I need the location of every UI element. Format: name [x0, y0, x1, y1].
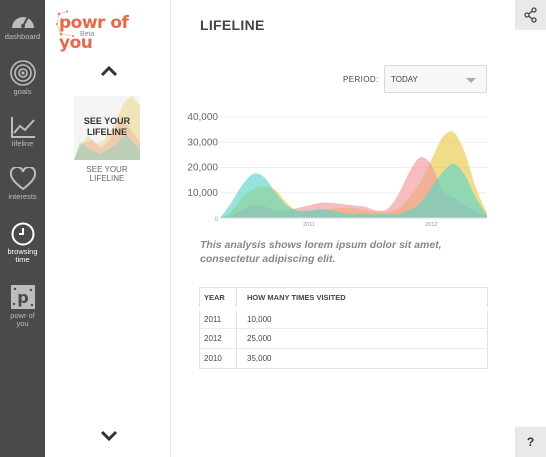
column-header: HOW MANY TIMES VISITED	[236, 287, 488, 309]
app-window: dashboard goals lifeline interests brows…	[0, 0, 546, 457]
secondary-panel: powr of you Beta SEE YOUR LIFELINE SEE Y…	[45, 0, 171, 457]
powr-logo-icon: p	[10, 285, 35, 309]
chevron-down-icon[interactable]	[100, 430, 118, 442]
nav-item-browsing-time[interactable]: browsing time	[0, 222, 45, 264]
page-title: LIFELINE	[200, 17, 265, 33]
analysis-text: This analysis shows lorem ipsum dolor si…	[200, 239, 442, 265]
gauge-icon	[11, 16, 34, 28]
table-cell: 2012	[199, 328, 237, 349]
line-chart-icon	[10, 117, 35, 138]
nav-item-label: interests	[8, 192, 37, 201]
table-cell: 25,000	[236, 328, 488, 349]
heart-icon	[9, 167, 36, 191]
lifeline-area-chart: 0 10,000 20,000 30,000 40,000 2011 2012	[187, 112, 487, 228]
nav-item-label: browsing time	[7, 247, 38, 264]
table-row: 2011 10,000	[199, 306, 488, 329]
svg-text:p: p	[17, 288, 28, 307]
y-tick-label: 10,000	[187, 188, 218, 199]
x-tick-label: 2012	[425, 222, 437, 228]
nav-item-goals[interactable]: goals	[0, 60, 45, 96]
chevron-down-icon	[466, 78, 476, 83]
help-button[interactable]: ?	[515, 427, 546, 457]
card-thumb-title: SEE YOUR LIFELINE	[83, 116, 131, 137]
table-row: 2010 35,000	[199, 348, 488, 369]
lifeline-card-thumbnail[interactable]: SEE YOUR LIFELINE	[74, 96, 140, 160]
table-cell: 10,000	[236, 306, 488, 329]
share-icon	[524, 7, 537, 23]
beta-badge: Beta	[80, 31, 95, 38]
nav-item-powr-of-you[interactable]: p powr of you	[0, 284, 45, 328]
x-tick-label: 2011	[303, 222, 315, 228]
chevron-up-icon[interactable]	[100, 65, 118, 77]
nav-item-label: powr of you	[10, 311, 35, 328]
nav-item-lifeline[interactable]: lifeline	[0, 116, 45, 148]
y-tick-label: 20,000	[187, 163, 218, 174]
y-tick-label: 30,000	[187, 137, 218, 148]
period-select-value: TODAY	[391, 75, 418, 84]
main-nav: dashboard goals lifeline interests brows…	[0, 0, 45, 457]
column-header: YEAR	[199, 287, 237, 309]
nav-item-dashboard[interactable]: dashboard	[0, 9, 45, 41]
table-cell: 2010	[199, 348, 237, 369]
nav-item-interests[interactable]: interests	[0, 167, 45, 201]
clock-icon	[11, 222, 34, 246]
table-header-row: YEAR HOW MANY TIMES VISITED	[199, 287, 488, 309]
main-content: LIFELINE PERIOD: TODAY 0 10,000 20,000 30,0…	[171, 0, 546, 457]
card-label[interactable]: SEE YOUR LIFELINE	[74, 165, 140, 183]
period-label: PERIOD:	[343, 75, 379, 84]
y-tick-label: 40,000	[187, 112, 218, 123]
nav-item-label: dashboard	[4, 32, 41, 41]
brand-logo[interactable]: powr of you Beta	[55, 10, 165, 53]
brand-name: powr of you	[59, 13, 129, 53]
table-cell: 35,000	[236, 348, 488, 369]
share-button[interactable]	[515, 0, 546, 30]
table-cell: 2011	[199, 306, 237, 329]
y-tick-label: 0	[215, 217, 219, 223]
target-icon	[9, 60, 36, 86]
period-select[interactable]: TODAY	[384, 65, 487, 93]
table-row: 2012 25,000	[199, 328, 488, 349]
nav-item-label: lifeline	[11, 139, 34, 148]
visits-table: YEAR HOW MANY TIMES VISITED 2011 10,000 …	[199, 287, 488, 369]
nav-item-label: goals	[13, 87, 32, 96]
